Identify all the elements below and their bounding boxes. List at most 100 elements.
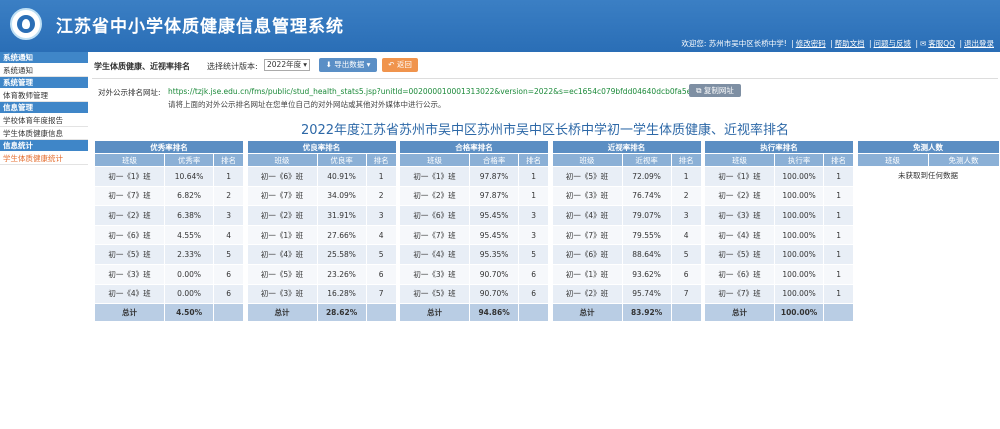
table-cell: 初一《7》班 — [93, 185, 166, 207]
table-cell: 16.28% — [316, 283, 367, 305]
table-cell: 2 — [670, 185, 702, 207]
table-row: 初一《2》班 31.91% 3 — [246, 205, 397, 226]
table-cell: 3 — [518, 224, 549, 246]
user-bar: 欢迎您: 苏州市吴中区长桥中学! | 修改密码 | 帮助文档 | 问题与反馈 | ✉ 客服… — [681, 39, 994, 48]
table-cell: 0.00% — [164, 263, 215, 285]
version-select[interactable]: 2022年度 — [264, 59, 310, 71]
table-cell: 100.00% — [774, 185, 825, 207]
table-cell: 6 — [670, 263, 702, 285]
sidebar-group-info[interactable]: 信息管理 — [0, 102, 88, 114]
table-row: 初一《2》班 95.74% 7 — [551, 283, 702, 305]
table-row: 初一《4》班 25.58% 5 — [246, 244, 397, 265]
table-cell: 97.87% — [469, 166, 520, 187]
total-cell — [823, 303, 854, 323]
table-cell: 初一《3》班 — [398, 263, 471, 285]
table-row: 初一《3》班 90.70% 6 — [398, 263, 549, 285]
version-label: 选择统计版本: — [207, 62, 258, 71]
table-row: 初一《2》班 6.38% 3 — [93, 205, 244, 226]
table-row: 初一《1》班 10.64% 1 — [93, 166, 244, 187]
table-cell: 初一《4》班 — [551, 205, 623, 226]
table-cell: 1 — [823, 166, 854, 187]
table-cell: 4 — [365, 224, 397, 246]
table-cell: 90.70% — [469, 283, 520, 305]
total-cell: 总计 — [703, 303, 776, 323]
qq-link[interactable]: 客服QQ — [928, 39, 955, 48]
sidebar-item-student-health[interactable]: 学生体质健康信息 — [0, 127, 88, 140]
column-header: 排名 — [518, 153, 549, 167]
table-cell: 6 — [365, 263, 397, 285]
table-row: 初一《1》班 97.87% 1 — [398, 166, 549, 187]
table-cell: 72.09% — [621, 166, 672, 187]
sidebar-group-system[interactable]: 系统管理 — [0, 77, 88, 89]
change-password-link[interactable]: 修改密码 — [796, 39, 826, 48]
table-cell: 5 — [670, 244, 702, 265]
table-row: 初一《1》班 100.00% 1 — [703, 166, 854, 187]
table-cell: 27.66% — [316, 224, 367, 246]
table-cell: 100.00% — [774, 244, 825, 265]
table-row: 初一《2》班 97.87% 1 — [398, 185, 549, 207]
ranking-table: 近视率排名 班级 近视率 排名 初一《5》班 72.09% 1 初一《3》班 76.74% 2 初一… — [551, 140, 702, 323]
table-cell: 初一《2》班 — [551, 283, 623, 305]
export-button[interactable]: ⬇ 导出数据 ▾ — [319, 58, 377, 72]
total-cell — [365, 303, 397, 323]
column-header: 班级 — [246, 153, 318, 167]
sidebar-item-annual-report[interactable]: 学校体育年度报告 — [0, 114, 88, 127]
total-row: 总计 100.00% — [703, 303, 854, 323]
sidebar-item-teachers[interactable]: 体育教师管理 — [0, 89, 88, 102]
table-cell: 初一《3》班 — [703, 205, 776, 226]
column-header: 优秀率 — [164, 153, 215, 167]
table-cell: 1 — [823, 244, 854, 265]
total-cell — [213, 303, 244, 323]
ranking-table: 合格率排名 班级 合格率 排名 初一《1》班 97.87% 1 初一《2》班 97.87% 1 初一… — [398, 140, 549, 323]
table-cell: 100.00% — [774, 205, 825, 226]
table-cell: 3 — [518, 205, 549, 226]
table-cell: 初一《4》班 — [398, 244, 471, 265]
table-cell: 100.00% — [774, 283, 825, 305]
sidebar-group-stats[interactable]: 信息统计 — [0, 140, 88, 152]
ranking-table: 优秀率排名 班级 优秀率 排名 初一《1》班 10.64% 1 初一《7》班 6.82% 2 初一《… — [93, 140, 244, 323]
table-cell: 3 — [670, 205, 702, 226]
total-cell: 28.62% — [316, 303, 367, 323]
total-cell: 总计 — [398, 303, 471, 323]
table-caption: 免测人数 — [856, 140, 1000, 154]
public-url[interactable]: https://tzjk.jse.edu.cn/fms/public/stud_… — [168, 87, 715, 96]
total-cell: 83.92% — [621, 303, 672, 323]
copy-url-button[interactable]: ⧉ 复制网址 — [689, 84, 741, 97]
table-row: 初一《7》班 100.00% 1 — [703, 283, 854, 305]
table-cell: 23.26% — [316, 263, 367, 285]
table-cell: 1 — [670, 166, 702, 187]
logout-link[interactable]: 退出登录 — [964, 39, 994, 48]
table-caption: 优良率排名 — [246, 140, 397, 154]
sidebar-item-health-stats[interactable]: 学生体质健康统计 — [0, 152, 88, 165]
welcome-text: 欢迎您: 苏州市吴中区长桥中学! — [681, 39, 787, 48]
table-cell: 初一《4》班 — [93, 283, 166, 305]
url-hint: 请将上面的对外公示排名网址在您单位自己的对外网站或其他对外媒体中进行公示。 — [168, 100, 446, 109]
table-row: 初一《7》班 95.45% 3 — [398, 224, 549, 246]
sidebar-item-notice[interactable]: 系统通知 — [0, 64, 88, 77]
table-cell: 31.91% — [316, 205, 367, 226]
table-cell: 1 — [213, 166, 244, 187]
total-cell: 94.86% — [469, 303, 520, 323]
app-title: 江苏省中小学体质健康信息管理系统 — [56, 17, 344, 37]
feedback-link[interactable]: 问题与反馈 — [874, 39, 912, 48]
total-row: 总计 94.86% — [398, 303, 549, 323]
table-cell: 40.91% — [316, 166, 367, 187]
table-row: 初一《5》班 90.70% 6 — [398, 283, 549, 305]
sidebar-group-notice[interactable]: 系统通知 — [0, 52, 88, 64]
table-caption: 执行率排名 — [704, 140, 854, 154]
table-row: 初一《4》班 0.00% 6 — [93, 283, 244, 305]
table-cell: 6 — [518, 263, 549, 285]
table-cell: 初一《2》班 — [398, 185, 471, 207]
table-cell: 6.82% — [164, 185, 215, 207]
table-cell: 初一《3》班 — [93, 263, 166, 285]
table-cell: 2 — [213, 185, 244, 207]
table-cell: 1 — [823, 263, 854, 285]
total-row: 总计 28.62% — [246, 303, 397, 323]
table-cell: 2.33% — [164, 244, 215, 265]
table-cell: 初一《5》班 — [398, 283, 471, 305]
back-button[interactable]: ↶ 返回 — [382, 58, 418, 72]
table-cell: 初一《6》班 — [703, 263, 776, 285]
help-doc-link[interactable]: 帮助文档 — [835, 39, 865, 48]
table-row: 初一《2》班 100.00% 1 — [703, 185, 854, 207]
table-row: 初一《4》班 95.35% 5 — [398, 244, 549, 265]
